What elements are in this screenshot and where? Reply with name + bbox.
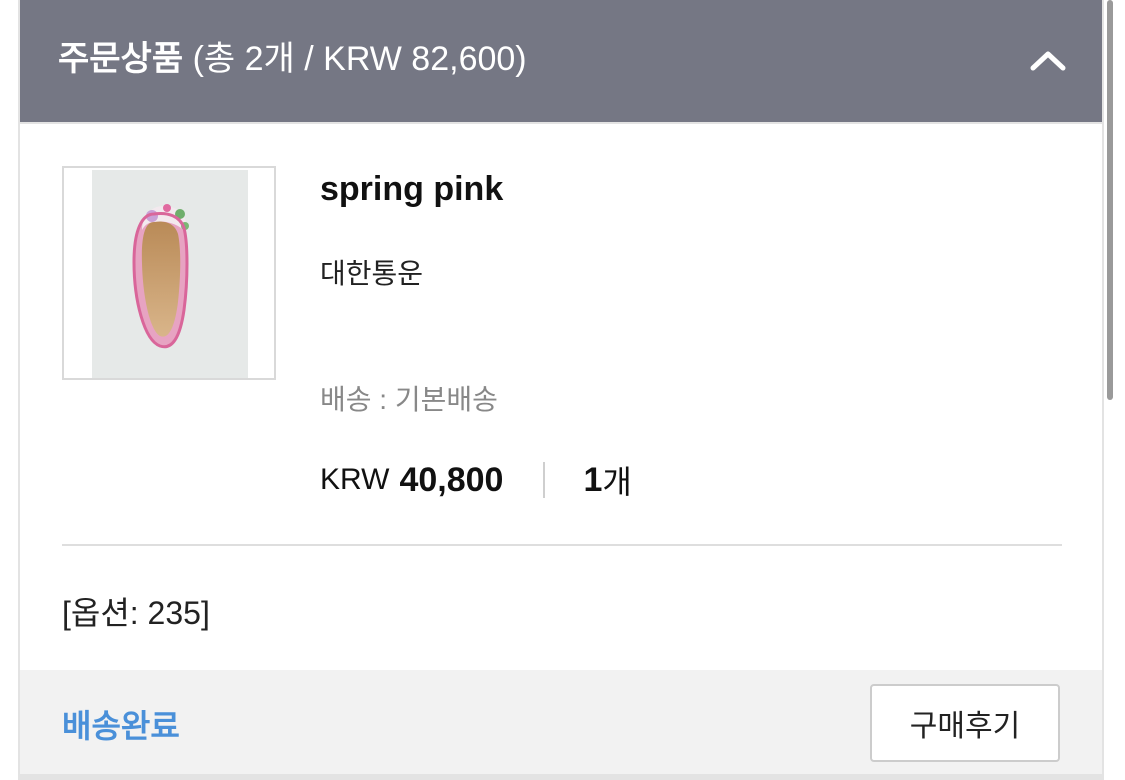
order-item-footer: 배송완료 구매후기 — [20, 670, 1102, 774]
scrollbar[interactable] — [1107, 0, 1113, 400]
chevron-up-icon — [1030, 51, 1066, 71]
shoe-image — [132, 204, 189, 349]
write-review-button[interactable]: 구매후기 — [870, 684, 1060, 762]
price-currency: KRW — [320, 463, 390, 496]
footer-border — [20, 774, 1102, 780]
product-option: [옵션: 235] — [62, 595, 210, 631]
divider — [62, 544, 1062, 546]
shipping-method: 배송 : 기본배송 — [320, 384, 498, 415]
price-separator — [543, 462, 546, 498]
header-title-label: 주문상품 — [58, 40, 184, 78]
product-name[interactable]: spring pink — [320, 170, 503, 209]
price-amount: 40,800 — [399, 460, 504, 499]
product-brand: 대한통운 — [320, 258, 424, 289]
header-title: 주문상품 (총 2개 / KRW 82,600) — [58, 39, 527, 79]
order-items-panel: 주문상품 (총 2개 / KRW 82,600) spring pink 대한통… — [18, 0, 1104, 780]
delivery-status: 배송완료 — [62, 708, 180, 744]
quantity-unit: 개 — [602, 464, 632, 500]
product-thumbnail[interactable] — [62, 166, 276, 380]
order-page: 주문상품 (총 2개 / KRW 82,600) spring pink 대한통… — [0, 0, 1125, 780]
price-row: KRW 40,800 1 개 — [320, 460, 632, 501]
product-image — [92, 170, 248, 378]
header-summary: (총 2개 / KRW 82,600) — [192, 40, 527, 78]
collapse-button[interactable] — [1026, 40, 1070, 80]
quantity-value: 1 — [583, 460, 603, 499]
order-items-header[interactable]: 주문상품 (총 2개 / KRW 82,600) — [20, 0, 1102, 124]
